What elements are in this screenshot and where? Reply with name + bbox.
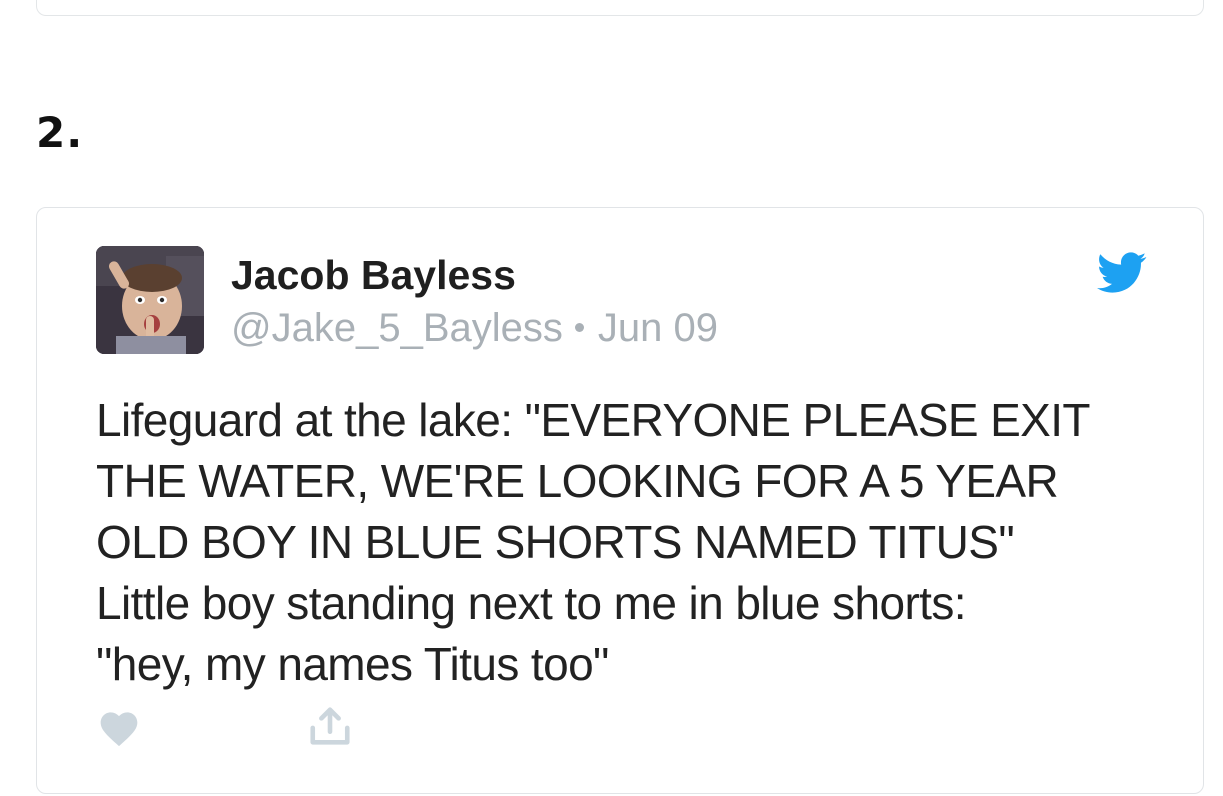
tweet-card[interactable]: Jacob Bayless @Jake_5_Bayless Jun 09 Life… [36, 207, 1204, 794]
share-icon[interactable] [307, 702, 353, 750]
heart-icon[interactable] [97, 706, 141, 748]
handle[interactable]: @Jake_5_Bayless [231, 306, 563, 350]
avatar[interactable] [96, 246, 204, 354]
twitter-bird-icon[interactable] [1097, 252, 1147, 294]
tweet-meta: @Jake_5_Bayless Jun 09 [231, 306, 718, 351]
previous-tweet-card [36, 0, 1204, 16]
separator-dot [574, 322, 584, 332]
tweet-date[interactable]: Jun 09 [598, 306, 718, 350]
list-number: 2. [36, 108, 84, 157]
tweet-text: Lifeguard at the lake: "EVERYONE PLEASE … [96, 394, 1091, 690]
display-name[interactable]: Jacob Bayless [231, 252, 516, 299]
